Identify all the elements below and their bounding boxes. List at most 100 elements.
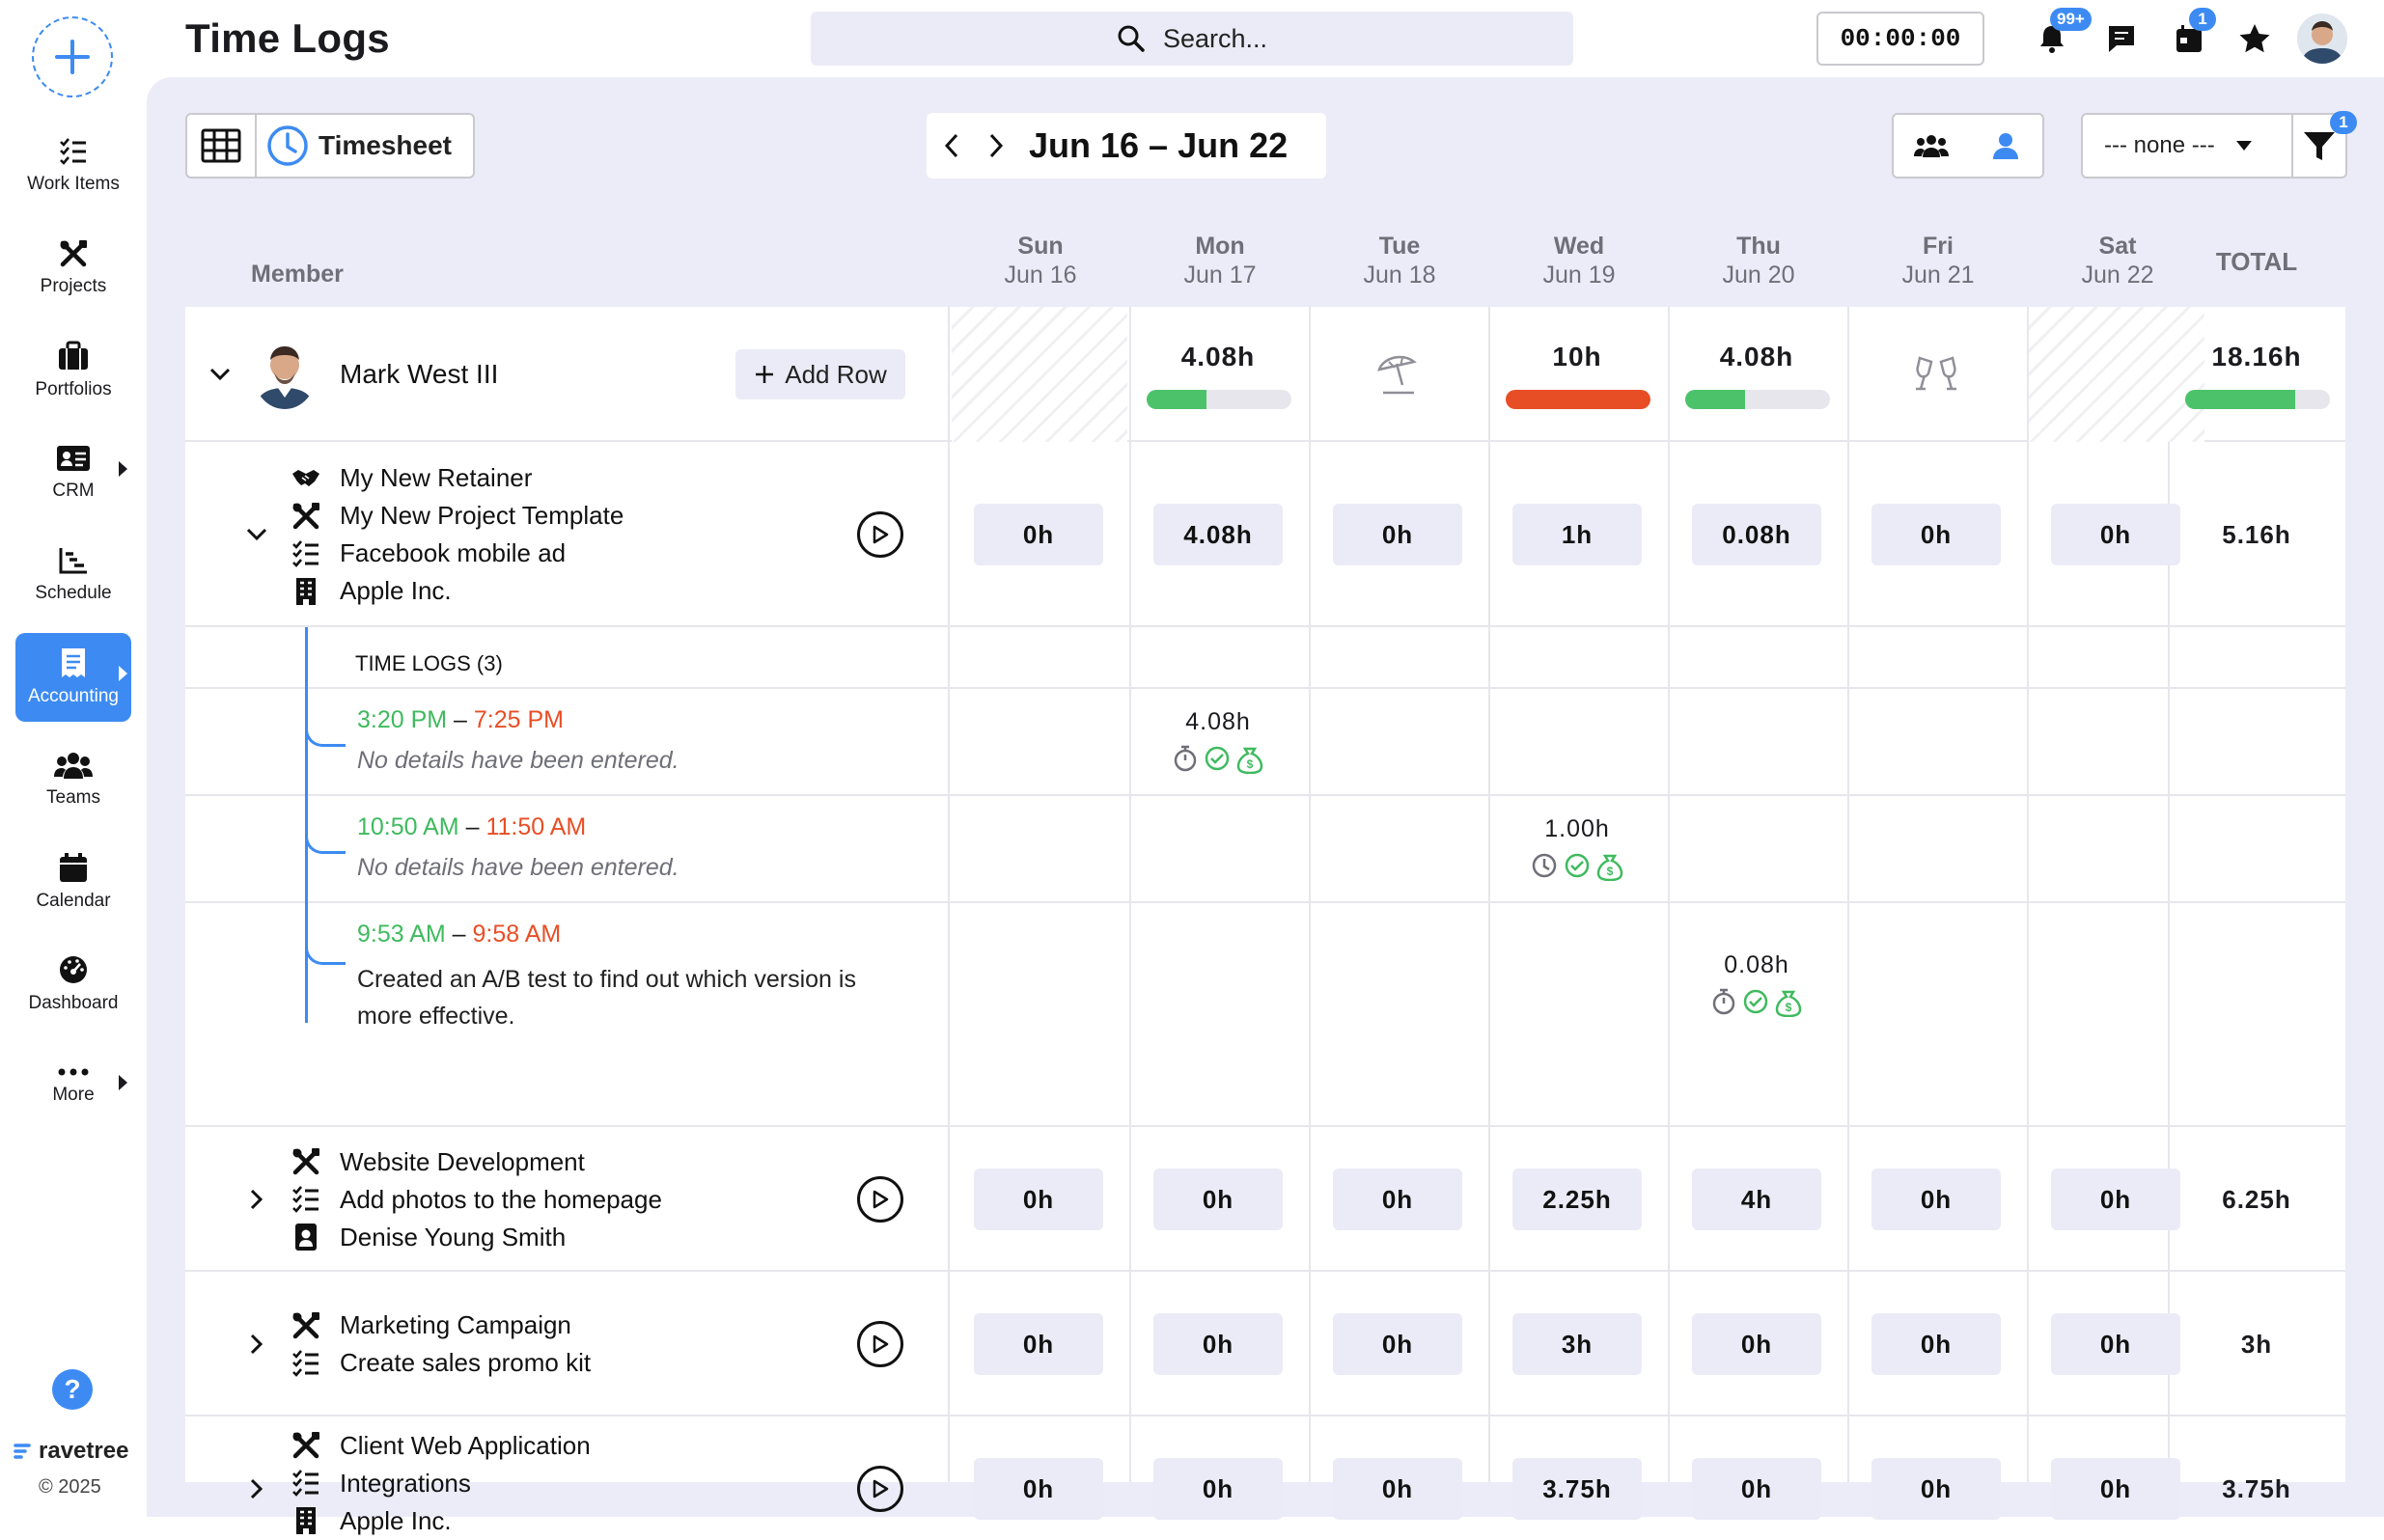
individual-view-button[interactable] [1968, 115, 2042, 177]
nav-item-projects[interactable]: Projects [15, 224, 131, 313]
member-row: Mark West III Add Row 4.08h 10h 4.08h 18.16h [185, 307, 2345, 442]
start-timer-button[interactable] [857, 1176, 903, 1223]
task-line-icon-wrap [291, 1223, 320, 1251]
day-hours-cell[interactable]: 0h [2051, 1313, 2180, 1375]
timer-button[interactable]: 00:00:00 [1816, 12, 1984, 66]
task-line[interactable]: Denise Young Smith [291, 1219, 662, 1256]
day-hours-cell[interactable]: 0h [1871, 504, 2001, 565]
nav-item-label: Teams [46, 787, 100, 808]
day-hours-cell[interactable]: 3.75h [1512, 1458, 1642, 1520]
task-line-text: Integrations [340, 1468, 471, 1498]
time-log-row[interactable]: 10:50 AM – 11:50 AM No details have been … [185, 773, 2345, 903]
svg-text:$: $ [1247, 757, 1254, 771]
task-line[interactable]: My New Retainer [291, 459, 624, 497]
time-log-row[interactable]: 3:20 PM – 7:25 PM No details have been en… [185, 666, 2345, 796]
day-hours-cell[interactable]: 0h [974, 504, 1103, 565]
add-row-button[interactable]: Add Row [735, 349, 905, 399]
check-circle-icon [1204, 745, 1231, 774]
next-week-button[interactable] [977, 113, 1015, 179]
task-line-icon-wrap [291, 1469, 320, 1498]
search-bar[interactable]: Search... [811, 12, 1573, 66]
task-line[interactable]: Create sales promo kit [291, 1344, 591, 1382]
start-timer-button[interactable] [857, 1466, 903, 1512]
day-hours-cell[interactable]: 0h [1333, 1458, 1462, 1520]
task-description: Client Web Application Integrations Apple … [291, 1427, 591, 1540]
task-line[interactable]: Apple Inc. [291, 572, 624, 610]
billable-icon: $ [1236, 745, 1263, 774]
day-hours-cell[interactable]: 0h [1153, 1313, 1283, 1375]
help-button[interactable]: ? [52, 1369, 93, 1410]
day-hours-cell[interactable]: 0.08h [1692, 504, 1821, 565]
task-line[interactable]: Add photos to the homepage [291, 1181, 662, 1219]
expand-row-button[interactable] [245, 1333, 268, 1356]
day-hours-cell[interactable]: 0h [1153, 1169, 1283, 1230]
time-logs-header: TIME LOGS (3) [355, 651, 503, 675]
time-log-description: No details have been entered. [357, 747, 679, 774]
task-line[interactable]: Apple Inc. [291, 1502, 591, 1540]
day-hours-cell[interactable]: 0h [974, 1313, 1103, 1375]
favorites-button[interactable] [2233, 17, 2276, 60]
create-button[interactable] [32, 16, 113, 97]
nav-item-accounting[interactable]: Accounting [15, 633, 131, 722]
nav-item-work-items[interactable]: Work Items [15, 122, 131, 210]
day-hours-cell[interactable]: 0h [1153, 1458, 1283, 1520]
task-line[interactable]: Website Development [291, 1143, 662, 1181]
day-hours-cell[interactable]: 0h [1333, 1169, 1462, 1230]
day-hours-cell[interactable]: 0h [1871, 1169, 2001, 1230]
day-hours-cell[interactable]: 0h [1871, 1313, 2001, 1375]
nav-item-crm[interactable]: CRM [15, 428, 131, 517]
nav-item-more[interactable]: More [15, 1042, 131, 1131]
filter-button[interactable]: 1 [2291, 111, 2357, 179]
day-hours-cell[interactable]: 0h [974, 1458, 1103, 1520]
nav-item-label: Projects [40, 276, 107, 296]
previous-week-button[interactable] [927, 113, 977, 179]
expand-row-button[interactable] [245, 1477, 268, 1500]
calendar-alerts-button[interactable]: 1 [2168, 8, 2216, 60]
task-line-icon-wrap [291, 1185, 320, 1214]
day-hours-cell[interactable]: 0h [1333, 504, 1462, 565]
day-hours-cell[interactable]: 0h [2051, 504, 2180, 565]
task-line[interactable]: Facebook mobile ad [291, 535, 624, 572]
collapse-member-button[interactable] [208, 363, 232, 386]
team-view-button[interactable] [1894, 115, 1968, 177]
task-line[interactable]: Marketing Campaign [291, 1306, 591, 1344]
nav-item-dashboard[interactable]: Dashboard [15, 940, 131, 1029]
time-log-range: 3:20 PM – 7:25 PM [357, 706, 564, 734]
time-log-row[interactable]: 9:53 AM – 9:58 AM Created an A/B test to … [185, 894, 2345, 1127]
main-area: Timesheet Jun 16 – Jun 22 --- none --- 1… [147, 77, 2384, 1535]
grid-view-button[interactable] [187, 115, 257, 177]
day-hours-cell[interactable]: 0h [1692, 1458, 1821, 1520]
day-hours-cell[interactable]: 2.25h [1512, 1169, 1642, 1230]
task-line[interactable]: Integrations [291, 1465, 591, 1502]
nav-item-schedule[interactable]: Schedule [15, 531, 131, 619]
day-hours-cell[interactable]: 0h [1871, 1458, 2001, 1520]
day-hours-cell[interactable]: 4h [1692, 1169, 1821, 1230]
day-hours-cell[interactable]: 0h [2051, 1169, 2180, 1230]
task-line[interactable]: Client Web Application [291, 1427, 591, 1465]
messages-button[interactable] [2100, 17, 2143, 60]
user-avatar[interactable] [2297, 14, 2347, 64]
row-total: 6.25h [2222, 1185, 2291, 1214]
calendar-badge: 1 [2189, 8, 2216, 31]
nav-item-teams[interactable]: Teams [15, 735, 131, 824]
day-hours-cell[interactable]: 4.08h [1153, 504, 1283, 565]
start-timer-button[interactable] [857, 511, 903, 558]
group-by-select[interactable]: --- none --- [2081, 113, 2293, 179]
expand-row-button[interactable] [245, 1188, 268, 1211]
nav-item-portfolios[interactable]: Portfolios [15, 326, 131, 415]
collapse-row-button[interactable] [245, 523, 268, 546]
notifications-button[interactable]: 99+ [2031, 8, 2092, 60]
nav-item-label: Dashboard [28, 993, 119, 1013]
nav-item-calendar[interactable]: Calendar [15, 838, 131, 926]
day-hours-cell[interactable]: 0h [1692, 1313, 1821, 1375]
add-row-label: Add Row [785, 359, 887, 389]
timesheet-view-button[interactable]: Timesheet [257, 115, 473, 177]
day-hours-cell[interactable]: 0h [974, 1169, 1103, 1230]
start-timer-button[interactable] [857, 1321, 903, 1367]
day-hours-cell[interactable]: 3h [1512, 1313, 1642, 1375]
task-line[interactable]: My New Project Template [291, 497, 624, 535]
day-hours-cell[interactable]: 0h [1333, 1313, 1462, 1375]
day-hours-cell[interactable]: 0h [2051, 1458, 2180, 1520]
day-hours-cell[interactable]: 1h [1512, 504, 1642, 565]
day-of-week: Mon [1195, 233, 1245, 260]
